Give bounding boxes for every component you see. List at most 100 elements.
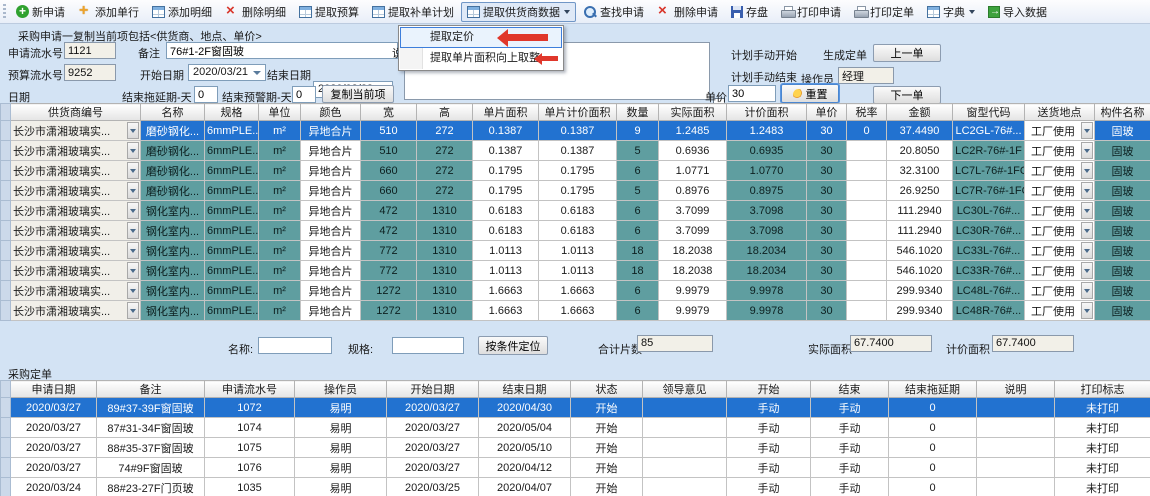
column-header[interactable]: 实际面积 <box>659 104 727 121</box>
row-selector[interactable] <box>1 478 11 496</box>
column-header[interactable]: 开始日期 <box>387 381 479 398</box>
toolbar-button[interactable]: 新申请 <box>10 2 71 22</box>
table-cell[interactable]: 工厂使用 <box>1025 201 1095 221</box>
filter-spec-input[interactable] <box>392 337 464 354</box>
prev-order-button[interactable]: 上一单 <box>873 44 941 62</box>
column-header[interactable]: 名称 <box>141 104 205 121</box>
row-selector[interactable] <box>1 261 11 281</box>
table-row[interactable]: 2020/03/2788#35-37F窗固玻1075易明2020/03/2720… <box>1 438 1150 458</box>
chevron-down-icon[interactable] <box>127 282 139 299</box>
column-header[interactable]: 窗型代码 <box>953 104 1025 121</box>
operator-field[interactable] <box>838 67 894 84</box>
table-cell[interactable]: 工厂使用 <box>1025 181 1095 201</box>
table-row[interactable]: 2020/03/2774#9F窗固玻1076易明2020/03/272020/0… <box>1 458 1150 478</box>
column-header[interactable]: 开始 <box>727 381 811 398</box>
column-header[interactable]: 颜色 <box>301 104 361 121</box>
column-header[interactable]: 税率 <box>847 104 887 121</box>
menu-item[interactable]: 提取单片面积向上取整 <box>400 48 562 69</box>
table-row[interactable]: 长沙市潇湘玻璃实...钢化室内...6mmPLE...m²异地合片7721310… <box>1 261 1150 281</box>
row-selector[interactable] <box>1 398 11 418</box>
chevron-down-icon[interactable] <box>1081 182 1093 199</box>
table-cell[interactable]: 工厂使用 <box>1025 261 1095 281</box>
column-header[interactable]: 单片计价面积 <box>539 104 617 121</box>
table-cell[interactable]: 工厂使用 <box>1025 241 1095 261</box>
chevron-down-icon[interactable] <box>1081 202 1093 219</box>
toolbar-button[interactable]: 字典 <box>921 2 981 22</box>
start-date-picker[interactable]: 2020/03/21 <box>188 64 266 81</box>
column-header[interactable]: 构件名称 <box>1095 104 1150 121</box>
column-header[interactable]: 结束日期 <box>479 381 571 398</box>
row-selector[interactable] <box>1 281 11 301</box>
table-row[interactable]: 长沙市潇湘玻璃实...钢化室内...6mmPLE...m²异地合片1272131… <box>1 281 1150 301</box>
request-no-field[interactable] <box>64 42 116 59</box>
table-row[interactable]: 2020/03/2787#31-34F窗固玻1074易明2020/03/2720… <box>1 418 1150 438</box>
toolbar-button[interactable]: 提取供货商数据 <box>461 2 576 22</box>
column-header[interactable]: 金额 <box>887 104 953 121</box>
table-cell[interactable]: 工厂使用 <box>1025 121 1095 141</box>
table-cell[interactable]: 长沙市潇湘玻璃实... <box>11 141 141 161</box>
filter-name-input[interactable] <box>258 337 332 354</box>
table-row[interactable]: 2020/03/2488#23-27F门页玻1035易明2020/03/2520… <box>1 478 1150 496</box>
table-cell[interactable]: 长沙市潇湘玻璃实... <box>11 301 141 321</box>
next-order-button[interactable]: 下一单 <box>873 86 941 104</box>
toolbar-button[interactable]: 删除明细 <box>219 2 292 22</box>
column-header[interactable]: 结束 <box>811 381 889 398</box>
table-cell[interactable]: 长沙市潇湘玻璃实... <box>11 281 141 301</box>
row-selector[interactable] <box>1 458 11 478</box>
toolbar-button[interactable]: 打印申请 <box>775 2 847 22</box>
table-cell[interactable]: 工厂使用 <box>1025 141 1095 161</box>
table-row[interactable]: 长沙市潇湘玻璃实...磨砂钢化...6mmPLE...m²异地合片5102720… <box>1 141 1150 161</box>
column-header[interactable]: 申请流水号 <box>205 381 295 398</box>
locate-by-condition-button[interactable]: 按条件定位 <box>478 336 548 355</box>
row-selector[interactable] <box>1 121 11 141</box>
chevron-down-icon[interactable] <box>127 262 139 279</box>
column-header[interactable]: 领导意见 <box>643 381 727 398</box>
toolbar-button[interactable]: 导入数据 <box>982 2 1053 22</box>
table-row[interactable]: 长沙市潇湘玻璃实...磨砂钢化...6mmPLE...m²异地合片5102720… <box>1 121 1150 141</box>
table-cell[interactable]: 长沙市潇湘玻璃实... <box>11 121 141 141</box>
toolbar-button[interactable]: 查找申请 <box>577 2 650 22</box>
toolbar-button[interactable]: 删除申请 <box>651 2 724 22</box>
copy-current-button[interactable]: 复制当前项 <box>322 85 394 103</box>
toolbar-button[interactable]: 添加明细 <box>146 2 218 22</box>
table-row[interactable]: 2020/03/2789#37-39F窗固玻1072易明2020/03/2720… <box>1 398 1150 418</box>
chevron-down-icon[interactable] <box>127 122 139 139</box>
column-header[interactable]: 操作员 <box>295 381 387 398</box>
column-header[interactable]: 申请日期 <box>11 381 97 398</box>
row-selector[interactable] <box>1 301 11 321</box>
chevron-down-icon[interactable] <box>1081 302 1093 319</box>
chevron-down-icon[interactable] <box>1081 122 1093 139</box>
row-selector[interactable] <box>1 201 11 221</box>
remark-field[interactable] <box>166 42 398 59</box>
column-header[interactable]: 结束拖延期 <box>889 381 977 398</box>
row-selector[interactable] <box>1 181 11 201</box>
row-selector[interactable] <box>1 141 11 161</box>
row-selector[interactable] <box>1 161 11 181</box>
budget-no-field[interactable] <box>64 64 116 81</box>
toolbar-button[interactable]: 打印定单 <box>848 2 920 22</box>
table-cell[interactable]: 工厂使用 <box>1025 161 1095 181</box>
row-selector[interactable] <box>1 221 11 241</box>
table-cell[interactable]: 工厂使用 <box>1025 281 1095 301</box>
unit-price-field[interactable] <box>728 85 776 102</box>
table-row[interactable]: 长沙市潇湘玻璃实...钢化室内...6mmPLE...m²异地合片1272131… <box>1 301 1150 321</box>
row-selector[interactable] <box>1 418 11 438</box>
table-cell[interactable]: 工厂使用 <box>1025 301 1095 321</box>
column-header[interactable]: 备注 <box>97 381 205 398</box>
table-cell[interactable]: 长沙市潇湘玻璃实... <box>11 201 141 221</box>
toolbar-button[interactable]: 提取预算 <box>293 2 365 22</box>
toolbar-button[interactable]: 添加单行 <box>72 2 145 22</box>
toolbar-button[interactable]: 存盘 <box>725 2 774 22</box>
table-cell[interactable]: 工厂使用 <box>1025 221 1095 241</box>
table-cell[interactable]: 长沙市潇湘玻璃实... <box>11 221 141 241</box>
table-row[interactable]: 长沙市潇湘玻璃实...磨砂钢化...6mmPLE...m²异地合片6602720… <box>1 161 1150 181</box>
chevron-down-icon[interactable] <box>127 222 139 239</box>
table-cell[interactable]: 长沙市潇湘玻璃实... <box>11 161 141 181</box>
warn-field[interactable] <box>292 86 316 103</box>
chevron-down-icon[interactable] <box>127 182 139 199</box>
chevron-down-icon[interactable] <box>1081 142 1093 159</box>
table-cell[interactable]: 长沙市潇湘玻璃实... <box>11 241 141 261</box>
column-header[interactable]: 状态 <box>571 381 643 398</box>
column-header[interactable]: 规格 <box>205 104 259 121</box>
table-cell[interactable]: 长沙市潇湘玻璃实... <box>11 181 141 201</box>
